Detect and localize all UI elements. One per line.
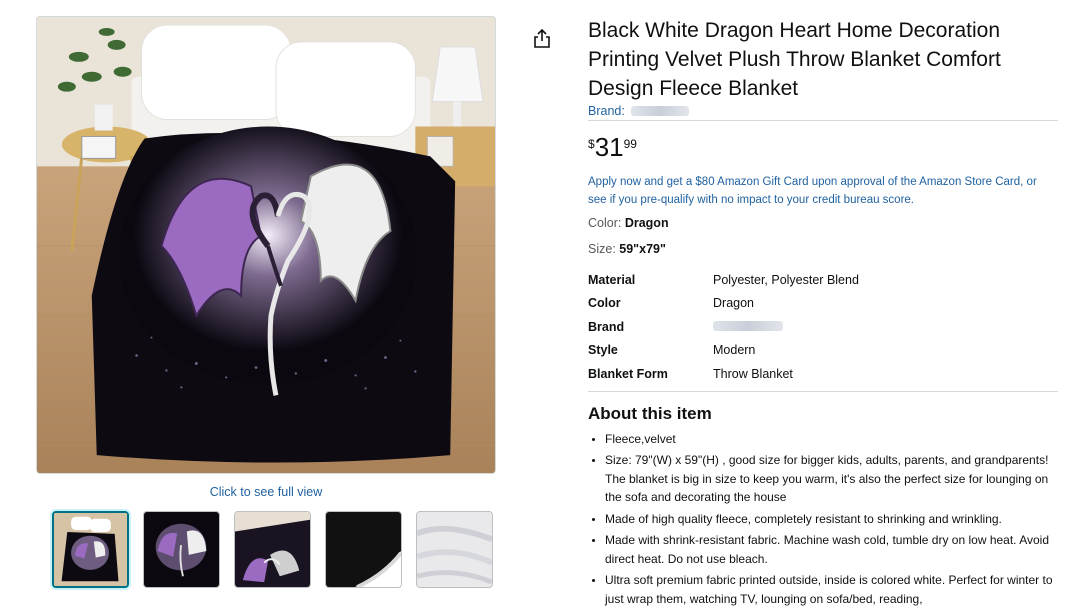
attributes-table: Material Polyester, Polyester Blend Colo… bbox=[588, 268, 859, 386]
price: $ 31 99 bbox=[588, 133, 1058, 161]
table-row: Blanket Form Throw Blanket bbox=[588, 362, 859, 386]
about-heading: About this item bbox=[588, 403, 712, 423]
size-label: Size: bbox=[588, 242, 616, 256]
product-title: Black White Dragon Heart Home Decoration… bbox=[588, 19, 1001, 100]
attribute-key: Style bbox=[588, 343, 618, 358]
attribute-value: Modern bbox=[713, 343, 756, 358]
table-row: Brand bbox=[588, 315, 859, 339]
attribute-value bbox=[713, 315, 859, 339]
brand-line: Brand: bbox=[588, 104, 1058, 118]
attribute-key: Brand bbox=[588, 319, 625, 334]
attribute-key: Blanket Form bbox=[588, 366, 668, 381]
product-details: Black White Dragon Heart Home Decoration… bbox=[588, 16, 1058, 610]
list-item: Made of high quality fleece, completely … bbox=[605, 510, 1058, 529]
divider bbox=[588, 390, 1058, 392]
about-bullet-list: Fleece,velvet Size: 79"(W) x 59"(H) , go… bbox=[588, 430, 1058, 609]
thumbnail-bedroom-scene[interactable] bbox=[52, 511, 129, 588]
size-selection: Size: 59"x79" bbox=[588, 240, 1058, 258]
attribute-key: Material bbox=[588, 272, 636, 287]
attribute-value: Throw Blanket bbox=[713, 366, 793, 381]
attribute-key: Color bbox=[588, 296, 621, 311]
size-value: 59"x79" bbox=[619, 242, 666, 256]
color-label: Color: bbox=[588, 216, 622, 230]
thumbnail-dragon-print-front[interactable] bbox=[143, 511, 220, 588]
thumbnail-white-fleece-reverse[interactable] bbox=[416, 511, 493, 588]
thumbnail-dragon-print-corner[interactable] bbox=[234, 511, 311, 588]
brand-value-redacted bbox=[713, 320, 783, 331]
table-row: Material Polyester, Polyester Blend bbox=[588, 268, 859, 292]
click-to-see-full-view-link[interactable]: Click to see full view bbox=[36, 485, 496, 499]
brand-name-link[interactable] bbox=[630, 106, 689, 116]
color-selection: Color: Dragon bbox=[588, 214, 1058, 232]
list-item: Fleece,velvet bbox=[605, 430, 1058, 449]
color-value: Dragon bbox=[624, 216, 669, 230]
thumbnail-black-edge-detail[interactable] bbox=[325, 511, 402, 588]
price-whole: 31 bbox=[594, 132, 624, 162]
share-icon[interactable] bbox=[531, 28, 553, 50]
store-card-promo-link[interactable]: Apply now and get a $80 Amazon Gift Card… bbox=[588, 173, 1058, 209]
list-item: Made with shrink-resistant fabric. Machi… bbox=[605, 531, 1058, 568]
price-fraction: 99 bbox=[623, 137, 637, 151]
thumbnail-strip bbox=[52, 511, 493, 588]
list-item: Ultra soft premium fabric printed outsid… bbox=[605, 571, 1058, 608]
price-symbol: $ bbox=[588, 137, 595, 151]
attribute-value: Dragon bbox=[713, 296, 754, 311]
table-row: Style Modern bbox=[588, 339, 859, 363]
table-row: Color Dragon bbox=[588, 292, 859, 316]
main-product-image[interactable] bbox=[36, 16, 496, 474]
list-item: Size: 79"(W) x 59"(H) , good size for bi… bbox=[605, 451, 1058, 507]
attribute-value: Polyester, Polyester Blend bbox=[713, 272, 859, 287]
divider bbox=[588, 120, 1058, 121]
brand-label: Brand: bbox=[588, 104, 625, 118]
